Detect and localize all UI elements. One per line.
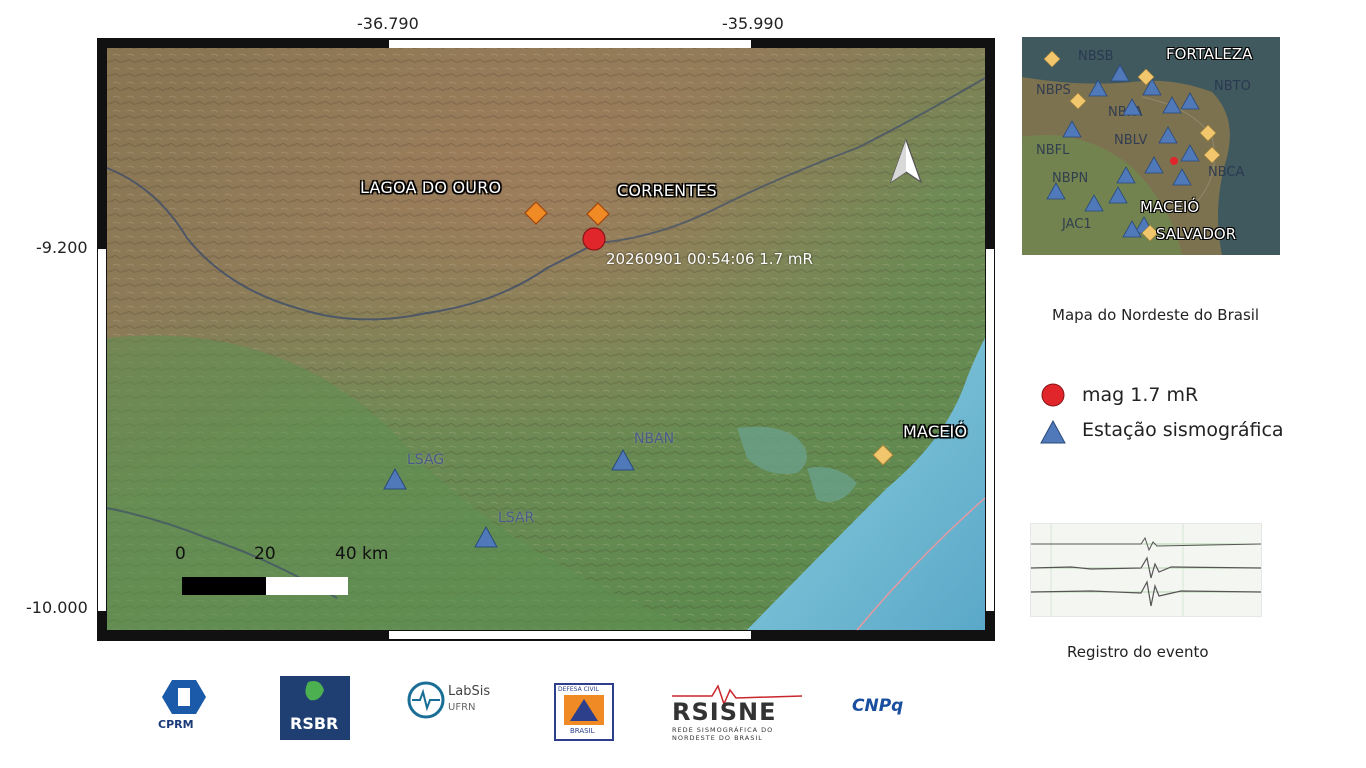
inset-city-fortaleza: FORTALEZA: [1166, 45, 1253, 63]
main-map[interactable]: LAGOA DO OURO CORRENTES MACEIÓ 20260901 …: [97, 38, 995, 641]
legend-event-icon: [1041, 383, 1065, 407]
station-marker-lsar[interactable]: [474, 526, 498, 548]
station-label-lsag: LSAG: [407, 452, 445, 468]
lon-label-right: -35.990: [722, 14, 784, 33]
seismogram-record[interactable]: [1030, 523, 1262, 617]
place-label-maceio: MACEIÓ: [903, 422, 968, 441]
station-marker-nban[interactable]: [611, 449, 635, 471]
inset-city-maceio: MACEIÓ: [1140, 198, 1200, 216]
city-marker-maceio[interactable]: [871, 443, 895, 467]
inset-caption: Mapa do Nordeste do Brasil: [1052, 306, 1260, 324]
defesa-civil-logo: DEFESA CIVIL BRASIL: [554, 683, 614, 741]
rsisne-logo: RSISNE REDE SISMOGRÁFICA DO NORDESTE DO …: [672, 682, 803, 742]
cnpq-logo: CNPq: [852, 696, 904, 716]
rsbr-logo: RSBR: [280, 676, 350, 740]
station-label-lsar: LSAR: [498, 510, 535, 526]
inset-city-salvador: SALVADOR: [1156, 225, 1237, 243]
town-marker-correntes[interactable]: [586, 202, 610, 226]
labsis-logo: LabSis UFRN: [406, 680, 496, 720]
lat-label-bottom: -10.000: [26, 598, 88, 617]
place-label-correntes: CORRENTES: [617, 181, 717, 200]
legend-station-label: Estação sismográfica: [1082, 419, 1284, 441]
lat-label-top: -9.200: [36, 238, 88, 257]
station-label-nban: NBAN: [634, 431, 675, 447]
cprm-logo: CPRM: [154, 676, 214, 736]
scale-label-end: 40 km: [335, 544, 389, 564]
inset-markers: [1043, 50, 1221, 242]
scale-bar: [182, 577, 348, 595]
scale-label-mid: 20: [254, 544, 276, 564]
legend-event-label: mag 1.7 mR: [1082, 384, 1199, 406]
map-canvas: [97, 38, 995, 641]
event-label: 20260901 00:54:06 1.7 mR: [606, 250, 813, 268]
north-arrow-icon: [889, 138, 923, 184]
seismogram-traces: [1030, 524, 1262, 616]
station-marker-lsag[interactable]: [383, 468, 407, 490]
place-label-lagoa-do-ouro: LAGOA DO OURO: [360, 178, 502, 197]
scale-label-zero: 0: [175, 544, 186, 564]
event-epicenter-marker[interactable]: [581, 226, 607, 252]
record-caption: Registro do evento: [1067, 643, 1209, 661]
inset-map[interactable]: NBSB NBPS NBPA NBLV NBFL NBPN NBCA JAC1 …: [1022, 37, 1280, 255]
lon-label-left: -36.790: [357, 14, 419, 33]
town-marker-lagoa-do-ouro[interactable]: [524, 201, 548, 225]
legend-station-icon: [1040, 420, 1066, 444]
